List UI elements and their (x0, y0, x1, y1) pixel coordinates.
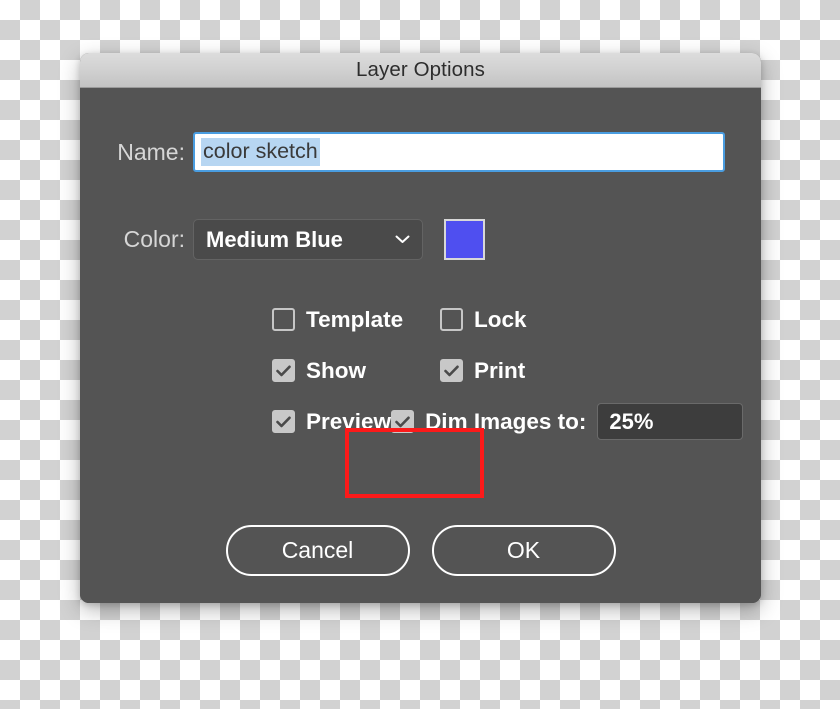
checkmark-icon (444, 364, 459, 376)
color-row: Color: Medium Blue (80, 219, 761, 260)
checkbox-row-show-print: Show Print (272, 345, 742, 396)
checkmark-icon (276, 364, 291, 376)
cancel-button[interactable]: Cancel (225, 525, 410, 576)
checkmark-icon (395, 415, 410, 427)
color-label: Color: (123, 226, 185, 252)
lock-checkbox-box[interactable] (440, 308, 463, 331)
layer-color-selected-value: Medium Blue (206, 226, 343, 252)
dialog-button-bar: Cancel OK (80, 525, 761, 576)
preview-label: Preview (306, 408, 392, 434)
layer-options-checkbox-grid: Template Lock Show Print Preview Dim Ima… (272, 294, 744, 447)
checkbox-lock[interactable]: Lock (440, 307, 527, 333)
layer-name-value: color sketch (201, 138, 320, 166)
print-checkbox-box[interactable] (440, 359, 463, 382)
dim-images-label: Dim Images to: (425, 408, 587, 434)
checkmark-icon (276, 415, 291, 427)
checkbox-dim-images[interactable]: Dim Images to: 25% (391, 403, 744, 440)
show-label: Show (306, 357, 366, 383)
dim-images-percent-input[interactable]: 25% (597, 403, 744, 440)
checkbox-show[interactable]: Show (272, 358, 440, 384)
checkbox-template[interactable]: Template (272, 307, 440, 333)
preview-checkbox-box[interactable] (272, 410, 295, 433)
lock-label: Lock (474, 306, 527, 332)
dim-images-percent-value: 25% (609, 408, 654, 434)
print-label: Print (474, 357, 526, 383)
dialog-titlebar[interactable]: Layer Options (80, 53, 761, 88)
chevron-down-icon (395, 235, 410, 243)
show-checkbox-box[interactable] (272, 359, 295, 382)
name-label: Name: (117, 138, 185, 165)
layer-color-dropdown[interactable]: Medium Blue (193, 219, 423, 260)
dialog-title: Layer Options (356, 58, 485, 81)
layer-options-dialog: Layer Options Name: color sketch Color: … (80, 53, 761, 603)
checkbox-row-template-lock: Template Lock (272, 294, 742, 345)
name-row: Name: color sketch (80, 132, 761, 172)
template-label: Template (306, 306, 404, 332)
template-checkbox-box[interactable] (272, 308, 295, 331)
ok-button[interactable]: OK (431, 525, 616, 576)
transparent-canvas-background: Layer Options Name: color sketch Color: … (0, 0, 840, 709)
checkbox-row-preview-dim: Preview Dim Images to: 25% (272, 396, 744, 447)
layer-name-input[interactable]: color sketch (193, 132, 725, 172)
checkbox-print[interactable]: Print (440, 358, 525, 384)
dim-images-checkbox-box[interactable] (391, 410, 415, 433)
layer-color-swatch[interactable] (444, 219, 485, 260)
dialog-body: Name: color sketch Color: Medium Blue Te… (80, 88, 761, 603)
checkbox-preview[interactable]: Preview (272, 409, 391, 435)
